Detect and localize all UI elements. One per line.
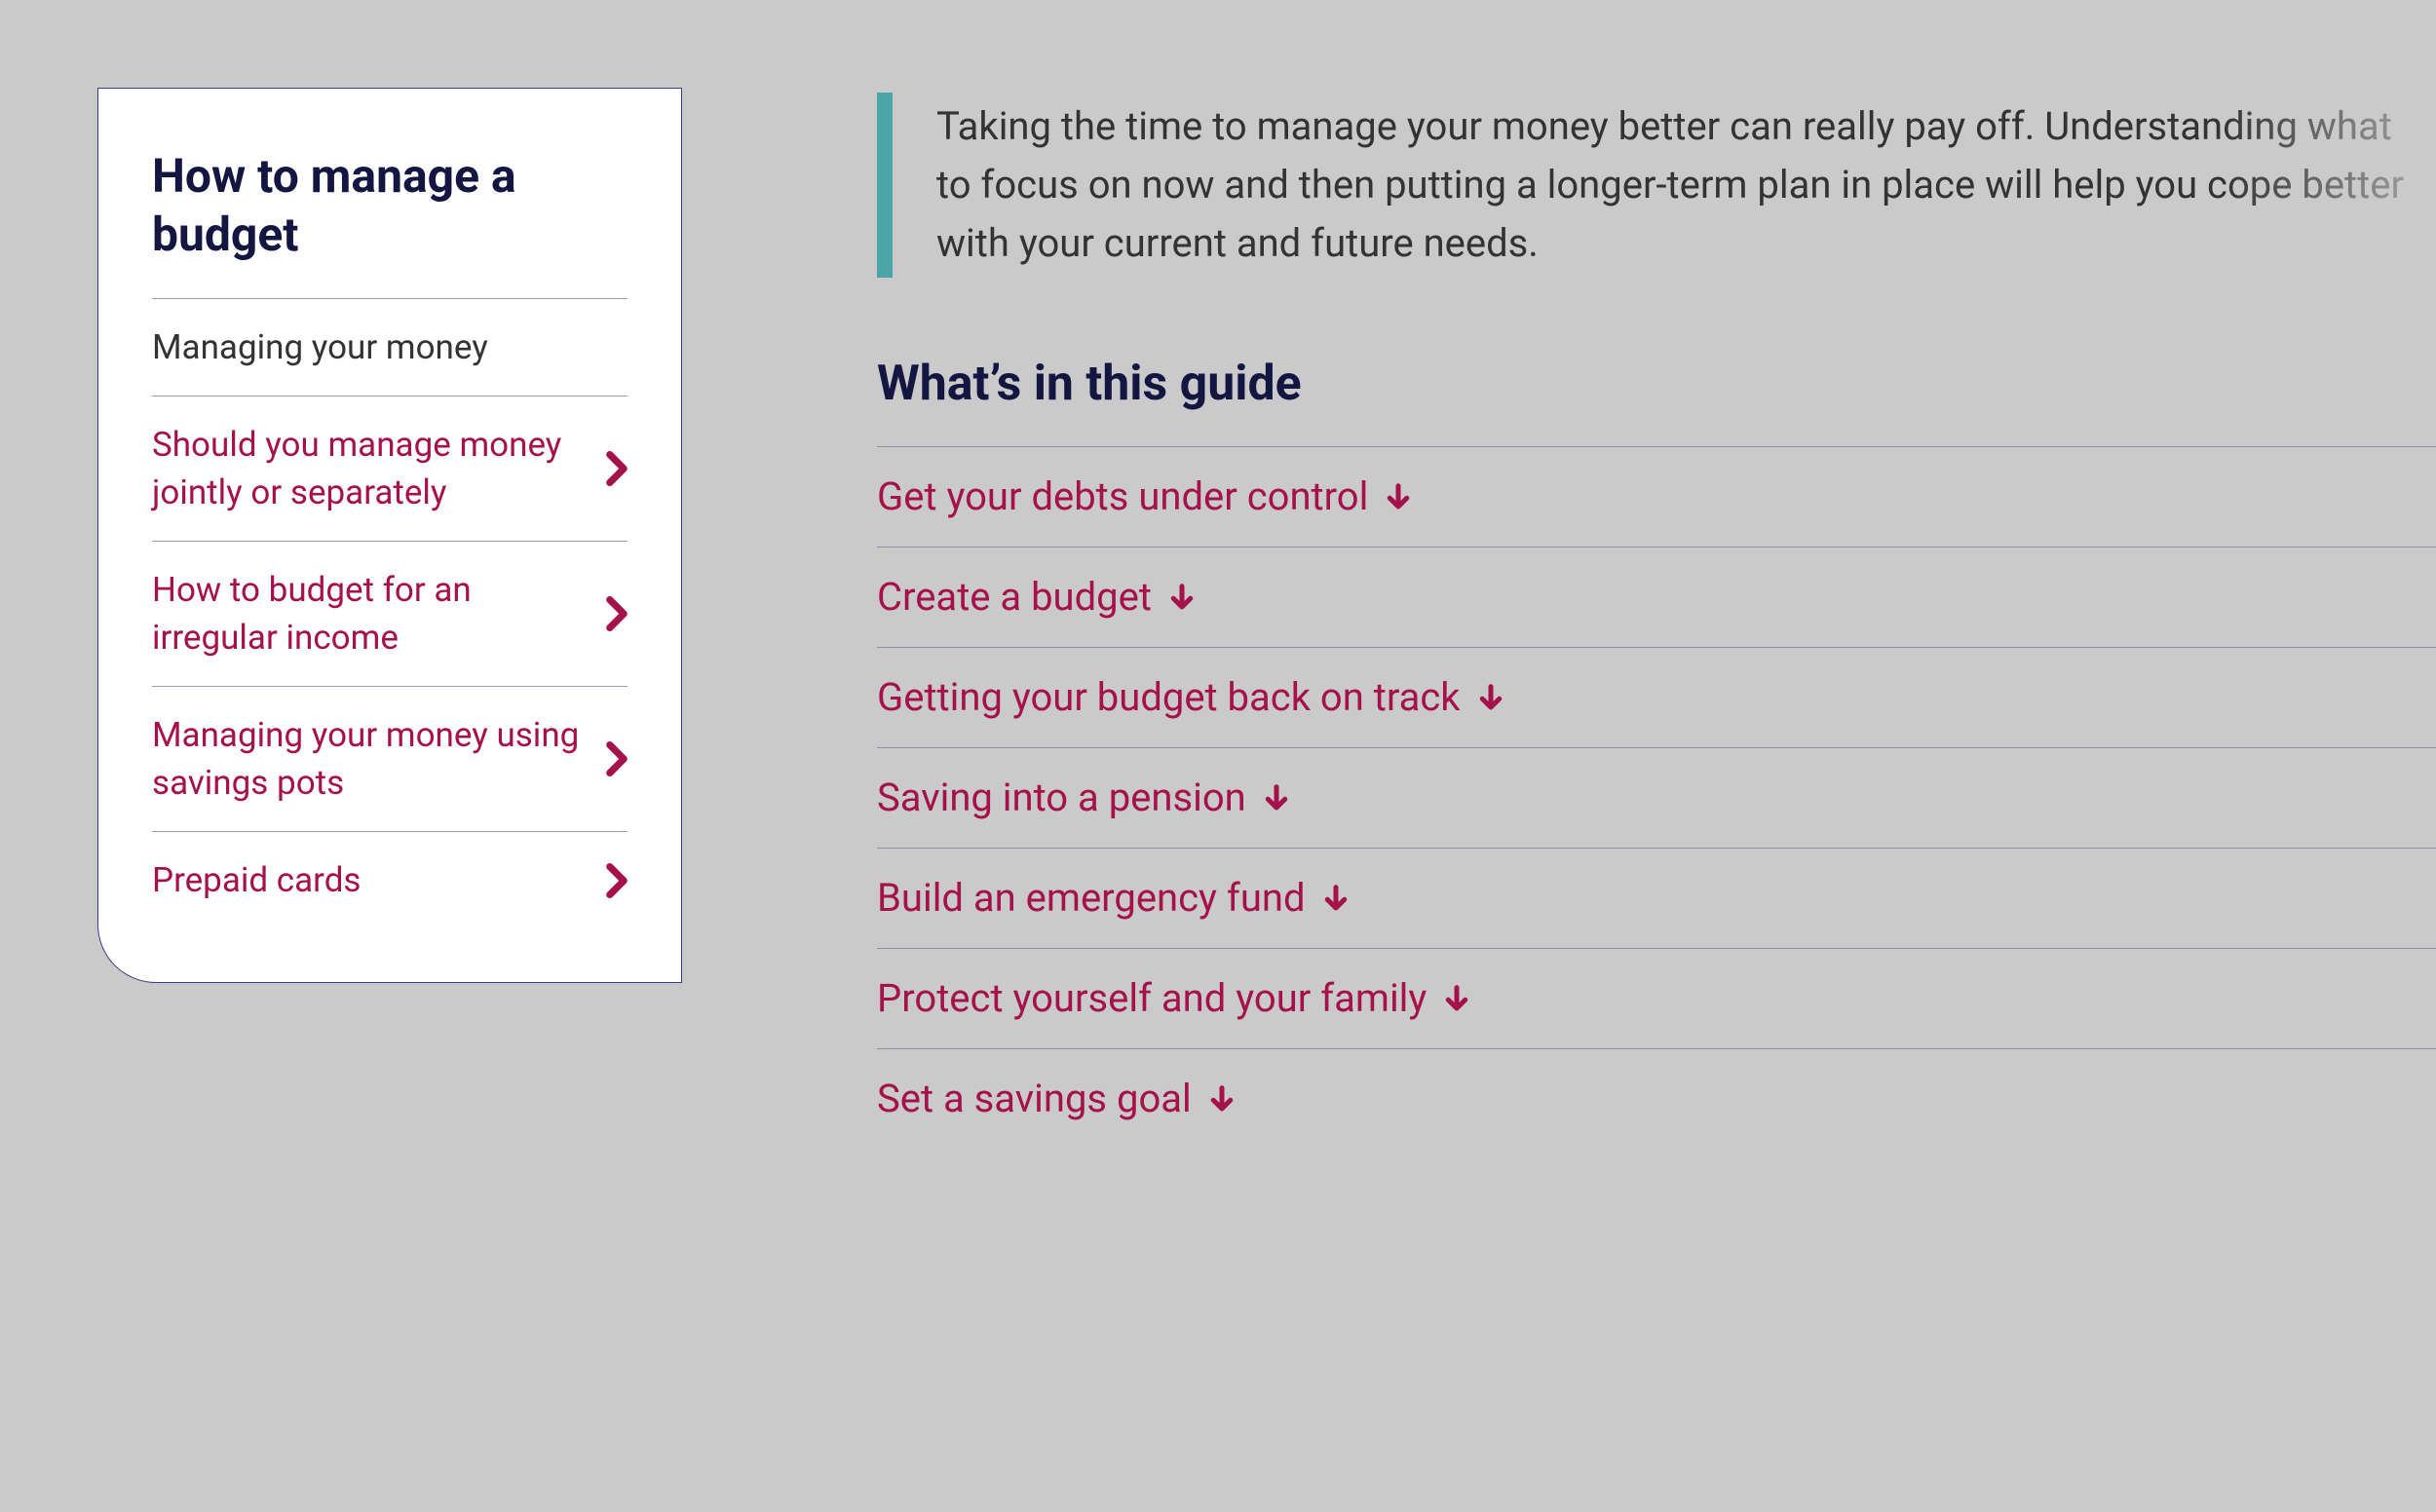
arrow-down-icon (1442, 983, 1471, 1014)
sidebar-title: How to manage a budget (152, 147, 628, 299)
toc-item-label: Create a budget (877, 572, 1152, 623)
arrow-down-icon (1476, 682, 1505, 713)
sidebar-item-label: Managing your money (152, 323, 628, 371)
toc-item-label: Build an emergency fund (877, 873, 1306, 924)
toc-container: Get your debts under control Create a bud… (877, 446, 2436, 1149)
toc-item[interactable]: Set a savings goal (877, 1048, 2436, 1149)
arrow-down-icon (1384, 481, 1413, 512)
sidebar-item[interactable]: Managing your money using savings pots (152, 687, 628, 832)
sidebar-item-label: Should you manage money jointly or separ… (152, 421, 587, 516)
sidebar-item-label: Prepaid cards (152, 856, 587, 904)
sidebar-item[interactable]: Prepaid cards (152, 832, 628, 904)
sidebar-item[interactable]: Should you manage money jointly or separ… (152, 397, 628, 542)
chevron-right-icon (606, 451, 628, 486)
toc-item[interactable]: Protect yourself and your family (877, 948, 2436, 1048)
toc-item-label: Getting your budget back on track (877, 672, 1461, 723)
arrow-down-icon (1262, 782, 1291, 813)
sidebar-nav: How to manage a budget Managing your mon… (97, 88, 682, 983)
sidebar-item: Managing your money (152, 299, 628, 397)
main-content: Taking the time to manage your money bet… (877, 93, 2436, 1149)
toc-item[interactable]: Build an emergency fund (877, 848, 2436, 948)
toc-item[interactable]: Create a budget (877, 547, 2436, 647)
toc-item[interactable]: Getting your budget back on track (877, 647, 2436, 747)
guide-heading: What’s in this guide (877, 356, 2436, 412)
chevron-right-icon (606, 741, 628, 776)
toc-item-label: Saving into a pension (877, 773, 1246, 823)
toc-item[interactable]: Saving into a pension (877, 747, 2436, 848)
intro-accent-bar (877, 93, 893, 278)
arrow-down-icon (1207, 1083, 1237, 1115)
sidebar-item-label: Managing your money using savings pots (152, 711, 587, 807)
sidebar-items-container: Managing your money Should you manage mon… (152, 299, 628, 904)
arrow-down-icon (1321, 883, 1351, 914)
chevron-right-icon (606, 863, 628, 898)
chevron-right-icon (606, 596, 628, 631)
sidebar-item-label: How to budget for an irregular income (152, 566, 587, 662)
toc-item-label: Protect yourself and your family (877, 973, 1427, 1024)
toc-item-label: Set a savings goal (877, 1074, 1192, 1124)
intro-text: Taking the time to manage your money bet… (936, 93, 2436, 278)
arrow-down-icon (1167, 582, 1197, 613)
intro-block: Taking the time to manage your money bet… (877, 93, 2436, 278)
toc-item[interactable]: Get your debts under control (877, 446, 2436, 547)
sidebar-item[interactable]: How to budget for an irregular income (152, 542, 628, 687)
toc-item-label: Get your debts under control (877, 472, 1368, 522)
